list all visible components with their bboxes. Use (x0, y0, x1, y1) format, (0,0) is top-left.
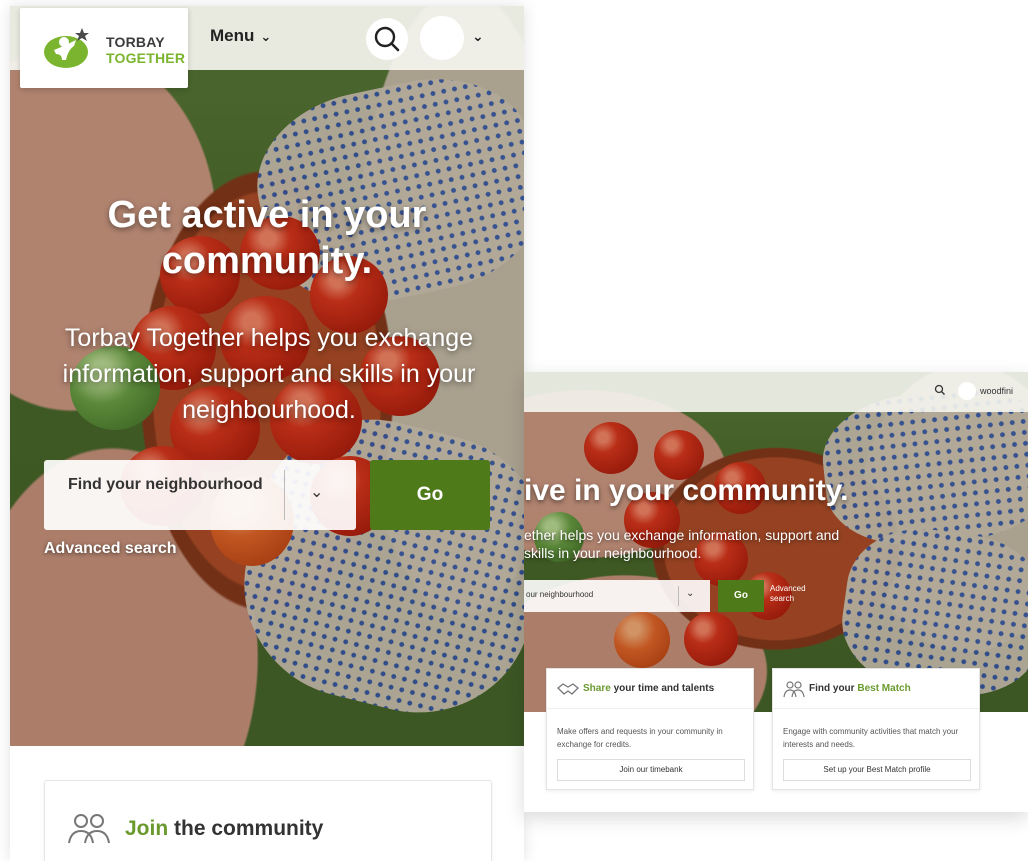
neighbourhood-select[interactable]: Find your neighbourhood ⌄ (44, 460, 356, 530)
select-value: our neighbourhood (526, 590, 594, 599)
hero-image: woodfini ive in your community. ether he… (524, 372, 1028, 712)
select-value: Find your neighbourhood (68, 476, 263, 493)
hero-subtitle: ether helps you exchange information, su… (524, 527, 840, 561)
select-divider (284, 470, 285, 520)
user-avatar[interactable] (420, 16, 464, 60)
card-description: Make offers and requests in your communi… (557, 727, 723, 749)
card-title-rest: the community (168, 817, 324, 840)
hero-subtitle: Torbay Together helps you exchange infor… (62, 324, 476, 424)
logo-line-1: TORBAY (106, 34, 165, 50)
stage: TORBAY TOGETHER Menu ⌄ ⌄ Get active in yo… (0, 0, 1028, 861)
handshake-icon (557, 683, 579, 695)
search-icon (374, 26, 400, 52)
best-match-profile-button[interactable]: Set up your Best Match profile (783, 759, 971, 781)
join-timebank-button[interactable]: Join our timebank (557, 759, 745, 781)
neighbourhood-select[interactable]: our neighbourhood ⌄ (524, 580, 710, 612)
card-title: Join the community (125, 817, 323, 841)
username[interactable]: woodfini (980, 386, 1013, 396)
join-community-card[interactable]: Join the community (44, 780, 492, 861)
logo-person-icon (44, 28, 89, 68)
menu-label: Menu (210, 26, 255, 45)
hero-title: Get active in your community. (107, 194, 427, 282)
advanced-search-link[interactable]: Advanced search (44, 540, 177, 558)
best-match-card: Find your Best Match Engage with communi… (772, 668, 980, 790)
menu-button[interactable]: Menu ⌄ (210, 26, 271, 46)
search-icon[interactable] (934, 384, 946, 396)
search-button[interactable] (366, 18, 408, 60)
card-title-highlight: Best Match (857, 683, 911, 694)
card-description: Engage with community activities that ma… (783, 727, 959, 749)
select-divider (678, 586, 679, 606)
logo-line-2: TOGETHER (106, 50, 186, 66)
card-header: Share your time and talents (547, 669, 753, 709)
card-header: Find your Best Match (773, 669, 979, 709)
card-title-rest: your time and talents (610, 683, 715, 694)
torbay-together-logo[interactable]: TORBAY TOGETHER (20, 8, 188, 88)
card-title: Share your time and talents (583, 683, 714, 694)
hero-image: TORBAY TOGETHER Menu ⌄ ⌄ Get active in yo… (10, 6, 524, 746)
people-icon (68, 814, 110, 844)
advanced-search-link[interactable]: Advanced search (770, 584, 814, 604)
desktop-header (524, 372, 1028, 412)
card-title-highlight: Share (583, 683, 611, 694)
chevron-down-icon[interactable]: ⌄ (472, 28, 484, 45)
logo-wordmark: TORBAY TOGETHER (106, 34, 185, 66)
share-time-card: Share your time and talents Make offers … (546, 668, 754, 790)
hero-title: ive in your community. (524, 474, 849, 507)
mobile-mockup: TORBAY TOGETHER Menu ⌄ ⌄ Get active in yo… (10, 6, 524, 861)
chevron-down-icon: ⌄ (686, 588, 695, 599)
card-title-prefix: Find your (809, 683, 858, 694)
card-title-highlight: Join (125, 817, 169, 840)
user-avatar[interactable] (958, 382, 976, 400)
chevron-down-icon: ⌄ (260, 29, 272, 44)
chevron-down-icon: ⌄ (310, 484, 324, 501)
people-icon (783, 681, 805, 698)
go-button[interactable]: Go (370, 460, 490, 530)
desktop-mockup: woodfini ive in your community. ether he… (524, 372, 1028, 812)
go-button[interactable]: Go (718, 580, 764, 612)
card-title: Find your Best Match (809, 683, 911, 694)
